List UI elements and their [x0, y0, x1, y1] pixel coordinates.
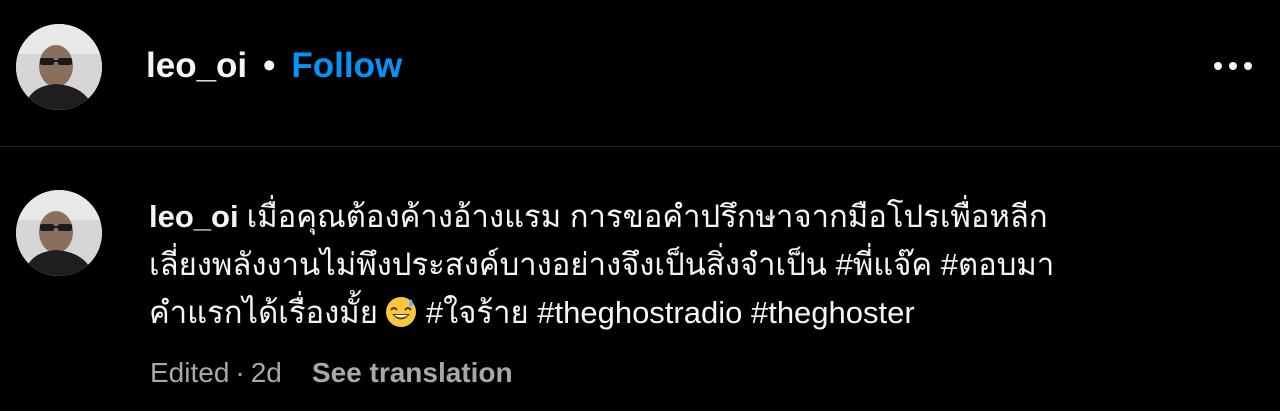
avatar[interactable]: [16, 24, 102, 110]
caption-text: leo_oi เมื่อคุณต้องค้างอ้างแรม การขอคำปรึ…: [149, 193, 1239, 337]
more-horizontal-icon-dot: [1229, 62, 1237, 70]
avatar-photo-icon: [16, 24, 102, 110]
caption-hashtags[interactable]: #ใจร้าย #theghostradio #theghoster: [426, 295, 915, 330]
grinning-face-with-sweat-emoji-icon: [385, 297, 416, 327]
caption-line-3: คำแรกได้เรื่องมั้ย #ใจร้าย #theghostradi…: [149, 289, 1239, 337]
follow-button[interactable]: Follow: [291, 46, 402, 86]
comment-meta: Edited · 2d See translation: [150, 354, 513, 392]
timestamp[interactable]: 2d: [251, 357, 282, 389]
caption-line-1: leo_oi เมื่อคุณต้องค้างอ้างแรม การขอคำปรึ…: [149, 193, 1239, 241]
see-translation-button[interactable]: See translation: [312, 357, 513, 389]
separator-dot: •: [263, 46, 276, 85]
avatar-photo-icon: [16, 190, 102, 276]
caption-line-2: เลี่ยงพลังงานไม่พึงประสงค์บางอย่างจึงเป็…: [149, 241, 1239, 289]
username-link[interactable]: leo_oi: [146, 46, 247, 86]
post-header: leo_oi • Follow: [0, 0, 1280, 147]
caption-text-line: เลี่ยงพลังงานไม่พึงประสงค์บางอย่างจึงเป็…: [149, 247, 1055, 282]
more-options-button[interactable]: [1214, 48, 1252, 84]
more-horizontal-icon-dot: [1244, 62, 1252, 70]
more-horizontal-icon: [1214, 62, 1222, 70]
edited-label: Edited: [150, 357, 230, 388]
comment-avatar[interactable]: [16, 190, 102, 276]
caption-text-line: เมื่อคุณต้องค้างอ้างแรม การขอคำปรึกษาจาก…: [246, 199, 1048, 234]
comment-username-link[interactable]: leo_oi: [149, 199, 239, 234]
meta-separator: ·: [235, 357, 245, 388]
header-name-row: leo_oi • Follow: [146, 44, 402, 88]
caption-text-line: คำแรกได้เรื่องมั้ย: [149, 295, 378, 330]
